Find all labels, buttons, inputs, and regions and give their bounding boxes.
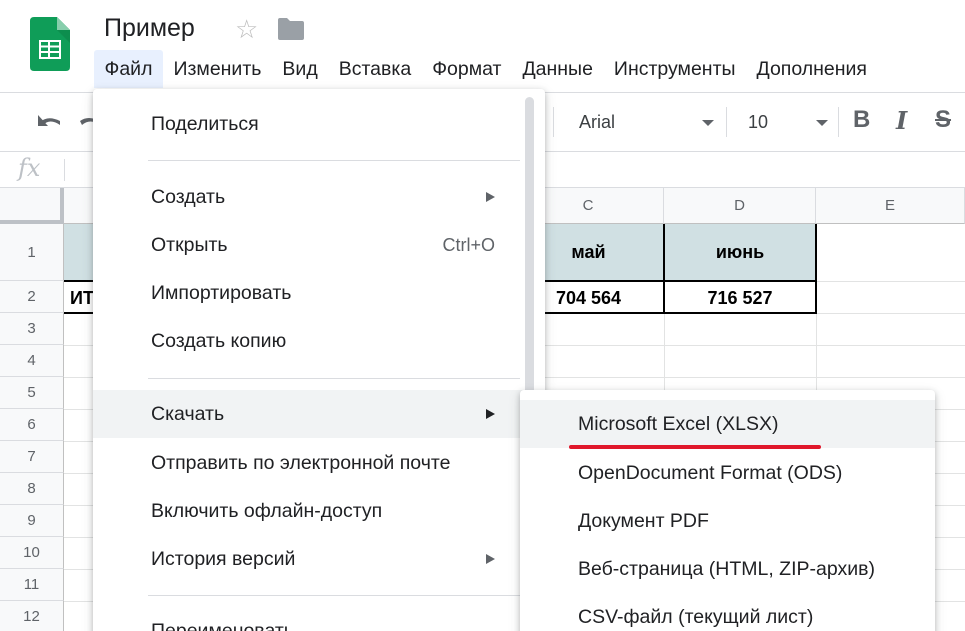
menu-format[interactable]: Формат xyxy=(422,50,512,88)
menu-item-open[interactable]: Открыть Ctrl+O xyxy=(93,221,523,269)
row-header-9[interactable]: 9 xyxy=(0,505,64,537)
submenu-item-label: OpenDocument Format (ODS) xyxy=(578,462,843,484)
cell-d1[interactable]: июнь xyxy=(664,242,816,263)
menu-item-label: История версий xyxy=(151,548,296,570)
folder-icon[interactable] xyxy=(278,18,304,40)
row-header-3[interactable]: 3 xyxy=(0,313,64,345)
menu-item-label: Отправить по электронной почте xyxy=(151,452,451,474)
submenu-item-label: Microsoft Excel (XLSX) xyxy=(578,413,779,435)
menu-item-rename[interactable]: Переименовать xyxy=(93,607,523,631)
font-family-value: Arial xyxy=(579,112,616,132)
menu-item-label: Скачать xyxy=(151,403,225,425)
menu-item-label: Включить офлайн-доступ xyxy=(151,500,383,522)
strikethrough-button[interactable]: S xyxy=(935,106,951,134)
row-header-2[interactable]: 2 xyxy=(0,281,64,313)
chevron-down-icon xyxy=(702,120,714,126)
italic-button[interactable]: I xyxy=(896,106,907,135)
menu-edit[interactable]: Изменить xyxy=(163,50,272,88)
row-header-8[interactable]: 8 xyxy=(0,473,64,505)
cell-d2[interactable]: 716 527 xyxy=(664,288,816,309)
row-header-1[interactable]: 1 xyxy=(0,224,64,281)
submenu-arrow-icon xyxy=(486,554,495,564)
menu-item-version-history[interactable]: История версий xyxy=(93,535,523,583)
menu-view[interactable]: Вид xyxy=(272,50,328,88)
file-menu: Поделиться Создать Открыть Ctrl+O Импорт… xyxy=(93,89,545,631)
bold-button[interactable]: B xyxy=(853,106,870,134)
submenu-item-csv[interactable]: CSV-файл (текущий лист) xyxy=(520,593,935,631)
submenu-item-pdf[interactable]: Документ PDF xyxy=(520,497,935,545)
select-all-corner[interactable] xyxy=(0,188,64,224)
menu-item-import[interactable]: Импортировать xyxy=(93,269,523,317)
chevron-down-icon xyxy=(816,120,828,126)
fx-icon: fx xyxy=(18,154,41,182)
row-header-10[interactable]: 10 xyxy=(0,537,64,569)
toolbar-divider xyxy=(553,107,554,137)
row-header-4[interactable]: 4 xyxy=(0,345,64,377)
undo-icon[interactable] xyxy=(36,113,64,133)
menu-addons[interactable]: Дополнения xyxy=(746,50,877,88)
toolbar-divider xyxy=(838,107,839,137)
submenu-arrow-icon xyxy=(486,409,495,419)
font-size-select[interactable]: 10 xyxy=(748,112,828,133)
menu-insert[interactable]: Вставка xyxy=(328,50,421,88)
toolbar-divider xyxy=(726,107,727,137)
submenu-item-html[interactable]: Веб-страница (HTML, ZIP-архив) xyxy=(520,545,935,593)
star-icon[interactable]: ☆ xyxy=(235,14,258,45)
row-header-6[interactable]: 6 xyxy=(0,409,64,441)
column-header-e[interactable]: E xyxy=(816,188,965,224)
menu-divider xyxy=(148,595,520,596)
submenu-item-label: CSV-файл (текущий лист) xyxy=(578,606,814,628)
cell-border xyxy=(815,224,817,314)
submenu-arrow-icon xyxy=(486,192,495,202)
menu-tools[interactable]: Инструменты xyxy=(603,50,746,88)
formula-bar-divider xyxy=(64,159,65,181)
menu-item-label: Поделиться xyxy=(151,113,259,135)
menu-item-label: Импортировать xyxy=(151,282,292,304)
menu-file[interactable]: Файл xyxy=(94,50,163,88)
row-header-12[interactable]: 12 xyxy=(0,601,64,631)
menu-divider xyxy=(148,160,520,161)
menu-data[interactable]: Данные xyxy=(512,50,603,88)
menu-bar: Файл Изменить Вид Вставка Формат Данные … xyxy=(94,49,877,89)
menu-item-share[interactable]: Поделиться xyxy=(93,100,523,148)
menu-item-label: Открыть xyxy=(151,234,228,256)
column-header-d[interactable]: D xyxy=(664,188,816,224)
menu-item-download[interactable]: Скачать xyxy=(93,390,523,438)
menu-item-create[interactable]: Создать xyxy=(93,173,523,221)
font-size-value: 10 xyxy=(748,112,769,132)
submenu-item-ods[interactable]: OpenDocument Format (ODS) xyxy=(520,449,935,497)
menu-divider xyxy=(148,378,520,379)
row-header-5[interactable]: 5 xyxy=(0,377,64,409)
shortcut-hint: Ctrl+O xyxy=(442,235,495,255)
menu-item-make-copy[interactable]: Создать копию xyxy=(93,317,523,365)
font-family-select[interactable]: Arial xyxy=(579,112,714,133)
row-header-7[interactable]: 7 xyxy=(0,441,64,473)
menu-item-label: Переименовать xyxy=(151,620,294,631)
menu-scrollbar[interactable] xyxy=(525,97,534,397)
row-header-11[interactable]: 11 xyxy=(0,569,64,601)
download-submenu: Microsoft Excel (XLSX) OpenDocument Form… xyxy=(520,390,935,631)
menu-item-label: Создать копию xyxy=(151,330,287,352)
submenu-item-xlsx[interactable]: Microsoft Excel (XLSX) xyxy=(520,400,935,448)
document-title[interactable]: Пример xyxy=(104,14,195,43)
app-header: Пример ☆ Файл Изменить Вид Вставка Форма… xyxy=(0,0,965,92)
cell-border xyxy=(663,224,665,314)
submenu-item-label: Документ PDF xyxy=(578,510,709,532)
menu-item-offline[interactable]: Включить офлайн-доступ xyxy=(93,487,523,535)
submenu-item-label: Веб-страница (HTML, ZIP-архив) xyxy=(578,558,875,580)
menu-item-label: Создать xyxy=(151,186,226,208)
google-sheets-logo-icon[interactable] xyxy=(30,17,70,71)
menu-item-email[interactable]: Отправить по электронной почте xyxy=(93,439,523,487)
